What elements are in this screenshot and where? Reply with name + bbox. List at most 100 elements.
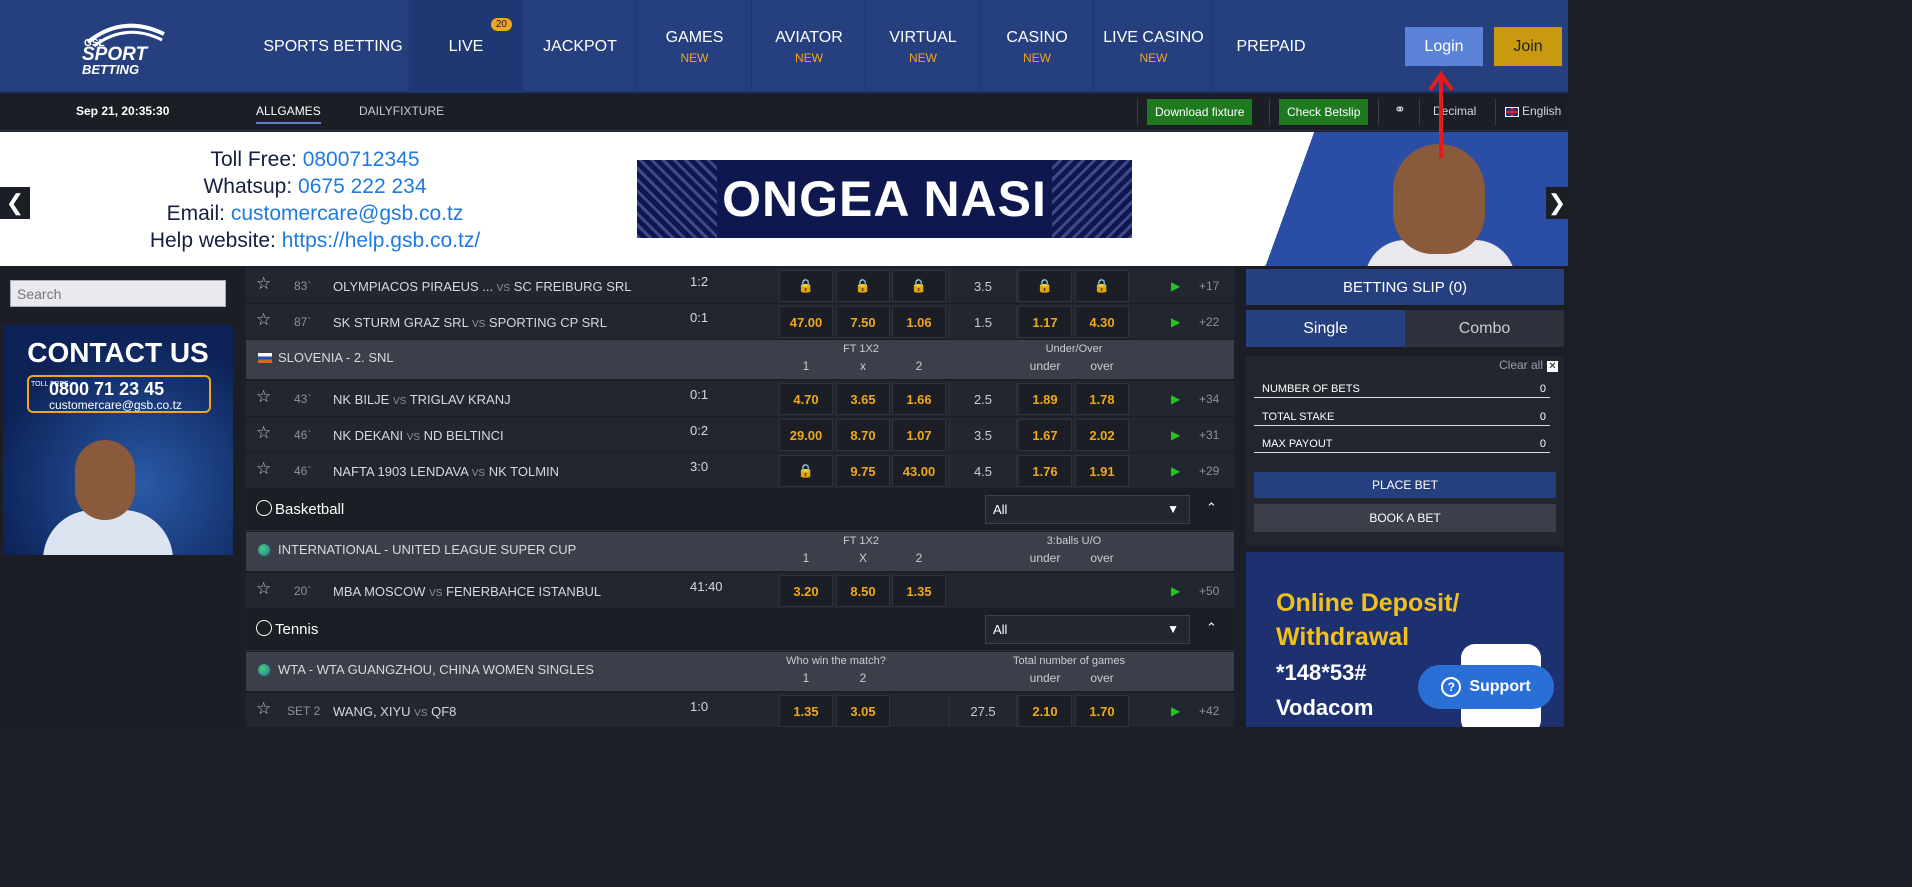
nav-virtual[interactable]: VIRTUAL NEW <box>867 0 980 93</box>
headset-icon[interactable]: ⚭ <box>1394 101 1406 118</box>
login-button[interactable]: Login <box>1405 27 1483 66</box>
banner-next-button[interactable]: ❯ <box>1546 187 1568 219</box>
odd-2-button[interactable]: 43.00 <box>892 455 946 487</box>
book-a-bet-button[interactable]: BOOK A BET <box>1254 504 1556 532</box>
tab-single[interactable]: Single <box>1246 310 1405 347</box>
support-chat-button[interactable]: ? Support <box>1418 665 1554 709</box>
favorite-star-icon[interactable]: ☆ <box>256 699 271 719</box>
live-play-icon[interactable]: ▶ <box>1171 392 1180 406</box>
odd-1-locked: 🔒 <box>779 270 833 302</box>
odd-over-button[interactable]: 1.70 <box>1075 695 1129 727</box>
odd-under-button[interactable]: 1.76 <box>1018 455 1072 487</box>
more-markets-link[interactable]: +50 <box>1199 584 1219 598</box>
match-row[interactable]: ☆ 46` NK DEKANI VS ND BELTINCI 0:2 29.00… <box>246 417 1234 453</box>
odd-1-button[interactable]: 4.70 <box>779 383 833 415</box>
odd-over-button[interactable]: 1.78 <box>1075 383 1129 415</box>
away-team: QF8 <box>431 704 457 719</box>
live-play-icon[interactable]: ▶ <box>1171 315 1180 329</box>
more-markets-link[interactable]: +31 <box>1199 428 1219 442</box>
contact-us-ad[interactable]: CONTACT US TOLL FREE: 0800 71 23 45 cust… <box>3 325 233 555</box>
odd-over-button[interactable]: 1.91 <box>1075 455 1129 487</box>
nav-prepaid[interactable]: PREPAID <box>1214 0 1328 93</box>
nav-jackpot[interactable]: JACKPOT <box>524 0 637 93</box>
odd-2-button[interactable]: 3.05 <box>836 695 890 727</box>
odd-1-button[interactable]: 47.00 <box>779 306 833 338</box>
email-label: Email: <box>166 202 225 225</box>
divider <box>1378 99 1379 125</box>
whatsup-label: Whatsup: <box>203 175 293 198</box>
more-markets-link[interactable]: +34 <box>1199 392 1219 406</box>
nav-casino[interactable]: CASINO NEW <box>981 0 1094 93</box>
tab-allgames[interactable]: ALLGAMES <box>256 104 321 124</box>
match-row[interactable]: ☆ 83` OLYMPIACOS PIRAEUS ... VS SC FREIB… <box>246 268 1234 304</box>
favorite-star-icon[interactable]: ☆ <box>256 310 271 330</box>
left-sidebar: CONTACT US TOLL FREE: 0800 71 23 45 cust… <box>0 266 240 727</box>
live-play-icon[interactable]: ▶ <box>1171 428 1180 442</box>
market-filter-select[interactable]: All ▼ <box>985 495 1190 524</box>
more-markets-link[interactable]: +29 <box>1199 464 1219 478</box>
place-bet-button[interactable]: PLACE BET <box>1254 472 1556 498</box>
odd-over-button[interactable]: 2.02 <box>1075 419 1129 451</box>
lock-icon: 🔒 <box>1093 278 1111 293</box>
odd-2-button[interactable]: 1.07 <box>892 419 946 451</box>
match-row[interactable]: ☆ SET 2 WANG, XIYU VS QF8 1:0 1.35 3.05 … <box>246 693 1234 727</box>
odd-x-button[interactable]: 9.75 <box>836 455 890 487</box>
favorite-star-icon[interactable]: ☆ <box>256 579 271 599</box>
odd-under-button[interactable]: 1.17 <box>1018 306 1072 338</box>
match-row[interactable]: ☆ 20` MBA MOSCOW VS FENERBAHCE ISTANBUL … <box>246 573 1234 609</box>
odd-under-button[interactable]: 1.89 <box>1018 383 1072 415</box>
site-logo[interactable]: GSL SPORT BETTING <box>78 20 178 77</box>
check-betslip-button[interactable]: Check Betslip <box>1279 99 1369 125</box>
odd-2-button[interactable]: 1.35 <box>892 575 946 607</box>
language-select[interactable]: English <box>1522 104 1561 118</box>
odd-under-button[interactable]: 2.10 <box>1018 695 1072 727</box>
banner-contact-info: Toll Free: 0800712345 Whatsup: 0675 222 … <box>100 146 530 254</box>
more-markets-link[interactable]: +22 <box>1199 315 1219 329</box>
match-row[interactable]: ☆ 46` NAFTA 1903 LENDAVA VS NK TOLMIN 3:… <box>246 453 1234 489</box>
nav-sports-betting[interactable]: SPORTS BETTING <box>258 0 409 93</box>
download-fixture-button[interactable]: Download fixture <box>1147 99 1253 125</box>
odd-over-button[interactable]: 4.30 <box>1075 306 1129 338</box>
payout-value: 0 <box>1539 438 1546 450</box>
favorite-star-icon[interactable]: ☆ <box>256 459 271 479</box>
chevron-up-icon[interactable]: ⌃ <box>1206 620 1217 636</box>
search-input[interactable] <box>10 280 226 307</box>
favorite-star-icon[interactable]: ☆ <box>256 423 271 443</box>
clear-all-button[interactable]: Clear all ✕ <box>1499 358 1558 372</box>
live-play-icon[interactable]: ▶ <box>1171 464 1180 478</box>
nav-live-casino[interactable]: LIVE CASINO NEW <box>1095 0 1213 93</box>
odd-x-button[interactable]: 8.70 <box>836 419 890 451</box>
market-filter-select[interactable]: All ▼ <box>985 615 1190 644</box>
betslip-title[interactable]: BETTING SLIP (0) <box>1246 269 1564 305</box>
favorite-star-icon[interactable]: ☆ <box>256 274 271 294</box>
tab-combo[interactable]: Combo <box>1405 310 1564 347</box>
live-play-icon[interactable]: ▶ <box>1171 279 1180 293</box>
nav-aviator[interactable]: AVIATOR NEW <box>753 0 866 93</box>
chevron-up-icon[interactable]: ⌃ <box>1206 500 1217 516</box>
nav-live[interactable]: LIVE 20 <box>410 0 523 93</box>
match-row[interactable]: ☆ 87` SK STURM GRAZ SRL VS SPORTING CP S… <box>246 304 1234 340</box>
odd-2-button[interactable]: 1.06 <box>892 306 946 338</box>
promo-banner[interactable]: Toll Free: 0800712345 Whatsup: 0675 222 … <box>0 132 1568 266</box>
more-markets-link[interactable]: +17 <box>1199 279 1219 293</box>
odd-2-button[interactable]: 1.66 <box>892 383 946 415</box>
away-team: NK TOLMIN <box>488 464 560 479</box>
nav-games[interactable]: GAMES NEW <box>638 0 752 93</box>
banner-prev-button[interactable]: ❮ <box>0 187 30 219</box>
favorite-star-icon[interactable]: ☆ <box>256 387 271 407</box>
odd-x-button[interactable]: 7.50 <box>836 306 890 338</box>
live-play-icon[interactable]: ▶ <box>1171 584 1180 598</box>
join-button[interactable]: Join <box>1494 27 1562 66</box>
match-row[interactable]: ☆ 43` NK BILJE VS TRIGLAV KRANJ 0:1 4.70… <box>246 381 1234 417</box>
tab-dailyfixture[interactable]: DAILYFIXTURE <box>359 104 444 118</box>
odd-under-button[interactable]: 1.67 <box>1018 419 1072 451</box>
league-header-international: INTERNATIONAL - UNITED LEAGUE SUPER CUP … <box>246 532 1234 572</box>
sport-header-basketball: Basketball All ▼ ⌃ <box>246 489 1234 531</box>
live-play-icon[interactable]: ▶ <box>1171 704 1180 718</box>
more-markets-link[interactable]: +42 <box>1199 704 1219 718</box>
odd-1-button[interactable]: 1.35 <box>779 695 833 727</box>
odd-1-button[interactable]: 3.20 <box>779 575 833 607</box>
odd-1-button[interactable]: 29.00 <box>779 419 833 451</box>
odd-x-button[interactable]: 8.50 <box>836 575 890 607</box>
odd-x-button[interactable]: 3.65 <box>836 383 890 415</box>
